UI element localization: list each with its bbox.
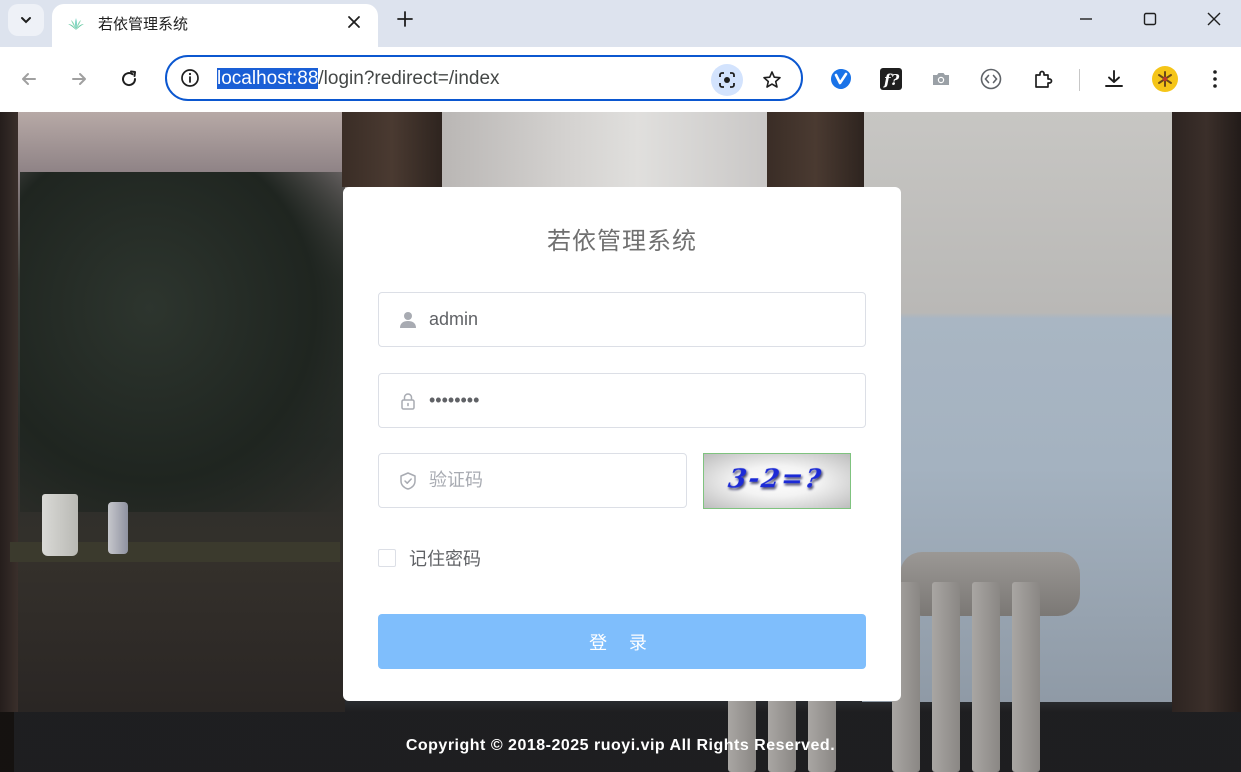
active-tab[interactable]: 若依管理系统 bbox=[52, 4, 378, 47]
avatar-icon bbox=[1152, 66, 1178, 92]
close-icon bbox=[1207, 12, 1221, 26]
maximize-button[interactable] bbox=[1130, 4, 1170, 34]
url-text[interactable]: localhost:88/login?redirect=/index bbox=[217, 66, 500, 92]
arrow-left-icon bbox=[22, 73, 36, 85]
arrow-right-icon bbox=[72, 73, 86, 85]
ruoyi-logo-icon bbox=[68, 18, 84, 30]
google-lens-icon bbox=[719, 72, 735, 88]
tab-close-button[interactable] bbox=[342, 10, 366, 34]
captcha-graphic: 3-2=? bbox=[726, 463, 824, 494]
login-button[interactable]: 登 录 bbox=[378, 614, 866, 669]
remember-password-label: 记住密码 bbox=[409, 549, 481, 570]
background-cup bbox=[42, 494, 78, 556]
bookmark-button[interactable] bbox=[757, 65, 787, 95]
background-bottle bbox=[108, 502, 128, 554]
browser-toolbar: localhost:88/login?redirect=/index f? bbox=[0, 47, 1241, 113]
password-input[interactable] bbox=[429, 386, 849, 414]
downloads-button[interactable] bbox=[1099, 64, 1129, 94]
toolbar-separator bbox=[1079, 69, 1080, 91]
address-bar[interactable]: localhost:88/login?redirect=/index bbox=[165, 55, 803, 101]
tab-title: 若依管理系统 bbox=[98, 15, 189, 33]
camera-icon bbox=[933, 73, 949, 85]
back-button[interactable] bbox=[13, 63, 45, 95]
background-frame-post-2 bbox=[767, 112, 864, 187]
background-curtain bbox=[440, 112, 770, 187]
site-info-button[interactable] bbox=[179, 67, 201, 89]
star-icon bbox=[763, 71, 781, 88]
username-input[interactable] bbox=[429, 305, 849, 333]
background-frame-right bbox=[1172, 112, 1241, 712]
extensions-button[interactable] bbox=[1028, 64, 1058, 94]
browser-menu-button[interactable] bbox=[1200, 64, 1230, 94]
camera-extension-button[interactable] bbox=[926, 64, 956, 94]
svg-text:f?: f? bbox=[883, 71, 899, 89]
close-window-button[interactable] bbox=[1194, 4, 1234, 34]
close-icon bbox=[348, 16, 360, 28]
v-extension-icon bbox=[831, 69, 851, 89]
captcha-text: 3-2=? bbox=[726, 463, 824, 494]
tab-search-button[interactable] bbox=[8, 4, 44, 36]
login-title: 若依管理系统 bbox=[547, 227, 697, 255]
remember-password-checkbox[interactable] bbox=[378, 549, 396, 567]
username-field[interactable] bbox=[378, 292, 866, 347]
code-extension-button[interactable] bbox=[976, 64, 1006, 94]
download-icon bbox=[1105, 70, 1123, 87]
v-extension-button[interactable] bbox=[826, 64, 856, 94]
more-vertical-icon bbox=[1213, 70, 1217, 88]
google-lens-button[interactable] bbox=[711, 64, 743, 96]
password-field[interactable] bbox=[378, 373, 866, 428]
new-tab-button[interactable] bbox=[392, 6, 418, 32]
f-extension-icon: f? bbox=[880, 68, 902, 90]
puzzle-icon bbox=[1035, 70, 1053, 88]
captcha-input[interactable] bbox=[429, 466, 669, 494]
login-form: 若依管理系统 3-2=? 记住密码 登 录 bbox=[343, 187, 901, 701]
lock-icon bbox=[397, 390, 419, 412]
captcha-field[interactable] bbox=[378, 453, 687, 508]
plus-icon bbox=[397, 11, 413, 27]
tab-strip: 若依管理系统 bbox=[0, 0, 1241, 47]
code-icon bbox=[980, 68, 1002, 90]
minimize-icon bbox=[1080, 18, 1092, 20]
background-frame-left bbox=[0, 112, 18, 712]
info-icon bbox=[181, 69, 199, 87]
forward-button[interactable] bbox=[63, 63, 95, 95]
url-host: localhost:88 bbox=[217, 68, 319, 89]
minimize-button[interactable] bbox=[1066, 4, 1106, 34]
remember-password-option[interactable]: 记住密码 bbox=[378, 545, 481, 571]
maximize-icon bbox=[1143, 12, 1157, 26]
chevron-down-icon bbox=[21, 17, 31, 24]
reload-button[interactable] bbox=[113, 63, 145, 95]
profile-button[interactable] bbox=[1150, 64, 1180, 94]
copyright-footer: Copyright © 2018-2025 ruoyi.vip All Righ… bbox=[405, 737, 836, 754]
shield-icon bbox=[397, 470, 419, 492]
user-icon bbox=[397, 309, 419, 331]
url-path: /login?redirect=/index bbox=[318, 68, 500, 89]
background-trees bbox=[20, 172, 345, 512]
captcha-image[interactable]: 3-2=? bbox=[703, 453, 851, 509]
background-frame-post-1 bbox=[342, 112, 442, 187]
reload-icon bbox=[122, 70, 137, 87]
f-extension-button[interactable]: f? bbox=[876, 64, 906, 94]
